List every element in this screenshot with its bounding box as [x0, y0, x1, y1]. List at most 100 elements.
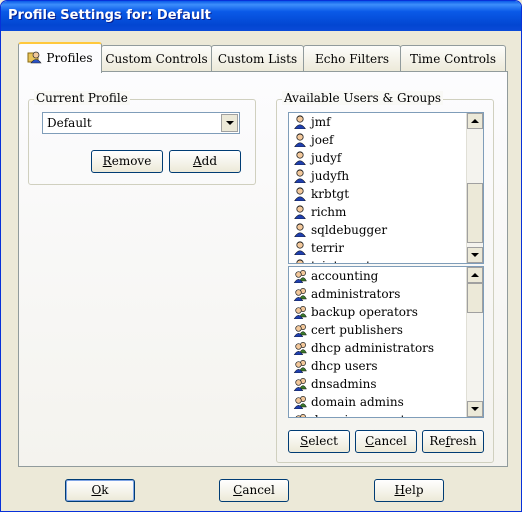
user-icon: [293, 259, 308, 263]
tab-custom-controls[interactable]: Custom Controls: [101, 45, 212, 72]
user-name: sqldebugger: [311, 223, 388, 237]
chevron-down-icon: [471, 407, 479, 411]
chevron-down-icon: [471, 253, 479, 257]
user-list-item[interactable]: joef: [289, 131, 466, 149]
groups-scrollbar[interactable]: [466, 267, 483, 417]
cancel-button[interactable]: Cancel: [219, 479, 289, 502]
users-scroll-down-button[interactable]: [467, 247, 483, 263]
window-title: Profile Settings for: Default: [8, 8, 211, 23]
current-profile-group: Current Profile Default Remove Add: [28, 91, 256, 185]
group-name: dnsadmins: [311, 377, 377, 391]
tab-custom-controls-label: Custom Controls: [105, 52, 208, 66]
user-name: krbtgt: [311, 187, 350, 201]
list-cancel-hotkey: C: [365, 434, 375, 448]
user-list-item[interactable]: terrir: [289, 239, 466, 257]
help-button[interactable]: Help: [374, 479, 444, 502]
tab-time-controls-label: Time Controls: [409, 52, 497, 66]
group-icon: [293, 305, 308, 320]
add-hotkey: A: [192, 154, 202, 168]
users-list-items: jmf joef judyf judyfh krbtgt richm sqldebugger…: [289, 113, 466, 263]
group-name: cert publishers: [311, 323, 403, 337]
group-icon: [293, 341, 308, 356]
group-name: administrators: [311, 287, 401, 301]
group-list-item[interactable]: dnsadmins: [289, 375, 466, 393]
user-list-item[interactable]: judyf: [289, 149, 466, 167]
group-name: backup operators: [311, 305, 418, 319]
group-list-item[interactable]: domain admins: [289, 393, 466, 411]
refresh-prefix: Re: [429, 434, 446, 448]
group-icon: [293, 269, 308, 284]
user-name: jmf: [311, 115, 331, 129]
cancel-label: ancel: [242, 483, 275, 497]
tab-echo-filters[interactable]: Echo Filters: [303, 45, 401, 72]
profile-select[interactable]: Default: [42, 112, 240, 134]
profiles-panel: Current Profile Default Remove Add Avail…: [18, 71, 508, 467]
user-name: judyfh: [311, 169, 350, 183]
user-list-item[interactable]: richm: [289, 203, 466, 221]
user-name: judyf: [311, 151, 342, 165]
user-name: joef: [311, 133, 334, 147]
select-button[interactable]: Select: [288, 430, 350, 453]
user-list-item[interactable]: judyfh: [289, 167, 466, 185]
tab-profiles[interactable]: Profiles: [18, 42, 102, 73]
ok-button[interactable]: Ok: [65, 479, 135, 502]
group-icon: [293, 413, 308, 417]
user-list-item[interactable]: jmf: [289, 113, 466, 131]
user-icon: [293, 133, 308, 148]
group-list-item[interactable]: dhcp users: [289, 357, 466, 375]
group-list-item[interactable]: backup operators: [289, 303, 466, 321]
groups-scroll-thumb[interactable]: [467, 283, 483, 313]
users-scrollbar[interactable]: [466, 113, 483, 263]
group-name: dhcp administrators: [311, 341, 435, 355]
chevron-up-icon: [471, 273, 479, 277]
tab-custom-lists-label: Custom Lists: [217, 52, 298, 66]
user-name: terrir: [311, 241, 344, 255]
tab-time-controls[interactable]: Time Controls: [400, 45, 506, 72]
user-list-item[interactable]: tsinternetuser: [289, 257, 466, 263]
group-name: domain computers: [311, 413, 424, 417]
current-profile-label: Current Profile: [34, 91, 130, 105]
user-list-item[interactable]: krbtgt: [289, 185, 466, 203]
list-cancel-label: ancel: [374, 434, 407, 448]
select-label: elect: [308, 434, 338, 448]
group-list-item[interactable]: administrators: [289, 285, 466, 303]
tab-custom-lists[interactable]: Custom Lists: [211, 45, 304, 72]
group-list-item[interactable]: domain computers: [289, 411, 466, 417]
profile-dropdown-button[interactable]: [221, 114, 238, 132]
user-icon: [293, 151, 308, 166]
remove-button[interactable]: Remove: [91, 150, 163, 173]
add-label: dd: [201, 154, 218, 168]
groups-scroll-down-button[interactable]: [467, 401, 483, 417]
profile-settings-window: Profile Settings for: Default Profiles C…: [0, 0, 522, 512]
users-scroll-up-button[interactable]: [467, 113, 483, 129]
user-icon: [293, 223, 308, 238]
profile-icon: [27, 46, 43, 64]
available-users-groups-group: Available Users & Groups jmf joef judyf jud…: [276, 91, 494, 463]
groups-list[interactable]: accounting administrators backup operators…: [288, 266, 484, 418]
chevron-up-icon: [471, 119, 479, 123]
user-icon: [293, 241, 308, 256]
group-icon: [293, 359, 308, 374]
cancel-hotkey: C: [233, 483, 243, 497]
group-list-item[interactable]: dhcp administrators: [289, 339, 466, 357]
group-icon: [293, 377, 308, 392]
ok-hotkey: O: [91, 483, 102, 497]
group-name: domain admins: [311, 395, 404, 409]
group-icon: [293, 287, 308, 302]
list-cancel-button[interactable]: Cancel: [355, 430, 417, 453]
remove-label: emove: [111, 154, 152, 168]
users-list[interactable]: jmf joef judyf judyfh krbtgt richm sqldebugger…: [288, 112, 484, 264]
users-scroll-thumb[interactable]: [467, 183, 483, 243]
group-icon: [293, 395, 308, 410]
groups-scroll-up-button[interactable]: [467, 267, 483, 283]
title-bar[interactable]: Profile Settings for: Default: [1, 1, 521, 31]
help-hotkey: H: [394, 483, 405, 497]
group-list-item[interactable]: accounting: [289, 267, 466, 285]
chevron-down-icon: [225, 121, 234, 125]
group-list-item[interactable]: cert publishers: [289, 321, 466, 339]
add-button[interactable]: Add: [169, 150, 241, 173]
user-list-item[interactable]: sqldebugger: [289, 221, 466, 239]
ok-label: k: [101, 483, 109, 497]
refresh-button[interactable]: Refresh: [422, 430, 484, 453]
remove-hotkey: R: [102, 154, 112, 168]
